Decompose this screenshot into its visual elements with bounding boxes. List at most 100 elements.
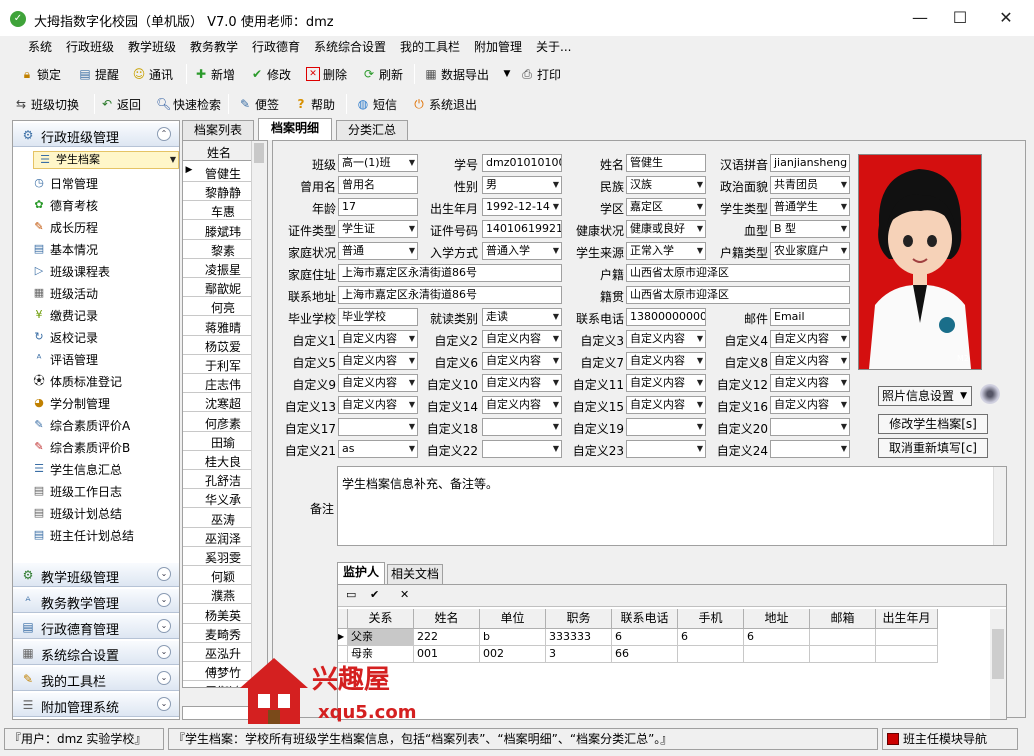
- table-row[interactable]: 奚羽雯: [183, 547, 251, 566]
- study-type-select[interactable]: 走读: [482, 308, 562, 326]
- custom-23-select[interactable]: [626, 440, 706, 458]
- chevron-down-icon[interactable]: ⌄: [157, 671, 171, 685]
- sidebar-item-10[interactable]: ᴬ 评语管理: [31, 349, 179, 369]
- custom-4-select[interactable]: 自定义内容: [770, 330, 850, 348]
- table-row[interactable]: 黎素: [183, 240, 251, 259]
- sidebar-item-18[interactable]: ▤ 班主任计划总结: [31, 525, 179, 545]
- hukou-type-select[interactable]: 农业家庭户: [770, 242, 850, 260]
- custom-11-select[interactable]: 自定义内容: [626, 374, 706, 392]
- confirm-icon[interactable]: ✔: [370, 588, 379, 601]
- sidebar-item-11[interactable]: ⚽︎ 体质标准登记: [31, 371, 179, 391]
- email-field[interactable]: Email: [770, 308, 850, 326]
- tab-record-detail[interactable]: 档案明细: [258, 118, 332, 140]
- chevron-down-icon[interactable]: ⌄: [157, 593, 171, 607]
- sidebar-item-15[interactable]: ☰ 学生信息汇总: [31, 459, 179, 479]
- source-select[interactable]: 正常入学: [626, 242, 706, 260]
- guardian-column-header[interactable]: 出生年月: [876, 609, 938, 629]
- sms-button[interactable]: ◍ 短信: [356, 95, 397, 113]
- district-select[interactable]: 嘉定区: [626, 198, 706, 216]
- cancel-refill-button[interactable]: 取消重新填写[c]: [878, 438, 988, 458]
- guardian-cell[interactable]: [876, 629, 938, 646]
- menu-addon[interactable]: 附加管理: [474, 38, 522, 55]
- gender-select[interactable]: 男: [482, 176, 562, 194]
- guardian-scrollbar[interactable]: [990, 609, 1006, 719]
- chat-button[interactable]: ☺ 通讯: [132, 65, 173, 83]
- module-nav-button[interactable]: 班主任模块导航: [882, 728, 1018, 750]
- menu-teaching-class[interactable]: 教学班级: [128, 38, 176, 55]
- class-select[interactable]: 高一(1)班: [338, 154, 418, 172]
- guardian-column-header[interactable]: 手机: [678, 609, 744, 629]
- print-button[interactable]: ⎙ 打印: [520, 65, 561, 83]
- custom-24-select[interactable]: [770, 440, 850, 458]
- minimize-icon[interactable]: —: [910, 8, 930, 28]
- guardian-cell[interactable]: [810, 646, 876, 663]
- menu-moral[interactable]: 行政德育: [252, 38, 300, 55]
- table-row[interactable]: 鄢歆妮: [183, 278, 251, 298]
- sidebar-group-admin-class[interactable]: ⚙ 行政班级管理 ⌃: [13, 123, 179, 147]
- webcam-icon[interactable]: [980, 384, 1000, 404]
- sidebar-item-17[interactable]: ▤ 班级计划总结: [31, 503, 179, 523]
- political-select[interactable]: 共青团员: [770, 176, 850, 194]
- table-row[interactable]: 濮燕: [183, 585, 251, 605]
- custom-7-select[interactable]: 自定义内容: [626, 352, 706, 370]
- sidebar-item-3[interactable]: ✿ 德育考核: [31, 195, 179, 215]
- guardian-column-header[interactable]: 职务: [546, 609, 612, 629]
- export-button[interactable]: ▦ 数据导出: [424, 65, 489, 83]
- export-dropdown[interactable]: ▼: [500, 65, 517, 83]
- id-no-field[interactable]: 1401061992121: [482, 220, 562, 238]
- ethnic-select[interactable]: 汉族: [626, 176, 706, 194]
- sidebar-item-7[interactable]: ▦ 班级活动: [31, 283, 179, 303]
- table-row[interactable]: 华义承: [183, 489, 251, 509]
- table-row[interactable]: 桂大良: [183, 451, 251, 470]
- sidebar-item-12[interactable]: ◕ 学分制管理: [31, 393, 179, 413]
- delete-button[interactable]: ✕ 删除: [306, 65, 347, 83]
- sidebar-item-14[interactable]: ✎ 综合素质评价B: [31, 437, 179, 457]
- birth-select[interactable]: 1992-12-14: [482, 198, 562, 216]
- maximize-icon[interactable]: ☐: [950, 8, 970, 28]
- photo-settings-dropdown[interactable]: 照片信息设置 ▼: [878, 386, 972, 406]
- table-row[interactable]: 蒋雅晴: [183, 317, 251, 336]
- guardian-column-header[interactable]: 单位: [480, 609, 546, 629]
- origin-field[interactable]: 山西省太原市迎泽区: [626, 286, 850, 304]
- phone-field[interactable]: 13800000000: [626, 308, 706, 326]
- sidebar-item-4[interactable]: ✎ 成长历程: [31, 217, 179, 237]
- tab-related-docs[interactable]: 相关文档: [387, 564, 443, 584]
- reminder-button[interactable]: ▤ 提醒: [78, 65, 119, 83]
- sidebar-item-2[interactable]: ◷ 日常管理: [31, 173, 179, 193]
- sidebar-item-16[interactable]: ▤ 班级工作日志: [31, 481, 179, 501]
- custom-16-select[interactable]: 自定义内容: [770, 396, 850, 414]
- add-button[interactable]: ✚ 新增: [194, 65, 235, 83]
- menu-toolbar[interactable]: 我的工具栏: [400, 38, 460, 55]
- entry-select[interactable]: 普通入学: [482, 242, 562, 260]
- sidebar-item-1[interactable]: ☰ 学生档案: [33, 151, 179, 169]
- guardian-cell[interactable]: 222: [414, 629, 480, 646]
- custom-19-select[interactable]: [626, 418, 706, 436]
- table-row[interactable]: 何彦素: [183, 413, 251, 432]
- name-list-scrollbar[interactable]: [251, 141, 267, 687]
- name-field[interactable]: 管健生: [626, 154, 706, 172]
- table-row[interactable]: 于利军: [183, 355, 251, 374]
- edit-button[interactable]: ✔ 修改: [250, 65, 291, 83]
- custom-9-select[interactable]: 自定义内容: [338, 374, 418, 392]
- age-field[interactable]: 17: [338, 198, 418, 216]
- table-row[interactable]: 何亮: [183, 297, 251, 317]
- sidebar-item-9[interactable]: ↻ 返校记录: [31, 327, 179, 347]
- guardian-cell[interactable]: [810, 629, 876, 646]
- custom-20-select[interactable]: [770, 418, 850, 436]
- cancel-icon[interactable]: ✕: [400, 588, 409, 601]
- custom-10-select[interactable]: 自定义内容: [482, 374, 562, 392]
- former-name-field[interactable]: 曾用名: [338, 176, 418, 194]
- close-icon[interactable]: ✕: [996, 8, 1016, 28]
- custom-14-select[interactable]: 自定义内容: [482, 396, 562, 414]
- sidebar-item-6[interactable]: ▷ 班级课程表: [31, 261, 179, 281]
- table-row[interactable]: 巫润泽: [183, 528, 251, 547]
- health-select[interactable]: 健康或良好: [626, 220, 706, 238]
- table-row[interactable]: 滕斌玮: [183, 221, 251, 240]
- exit-button[interactable]: ⏻ 系统退出: [412, 95, 477, 113]
- sidebar-group-7[interactable]: ☰ 附加管理系统 ⌄: [13, 693, 179, 717]
- guardian-cell[interactable]: 3: [546, 646, 612, 663]
- guardian-cell[interactable]: 6: [678, 629, 744, 646]
- guardian-cell[interactable]: 002: [480, 646, 546, 663]
- table-row[interactable]: ▶ 管健生: [183, 163, 251, 182]
- guardian-cell[interactable]: b: [480, 629, 546, 646]
